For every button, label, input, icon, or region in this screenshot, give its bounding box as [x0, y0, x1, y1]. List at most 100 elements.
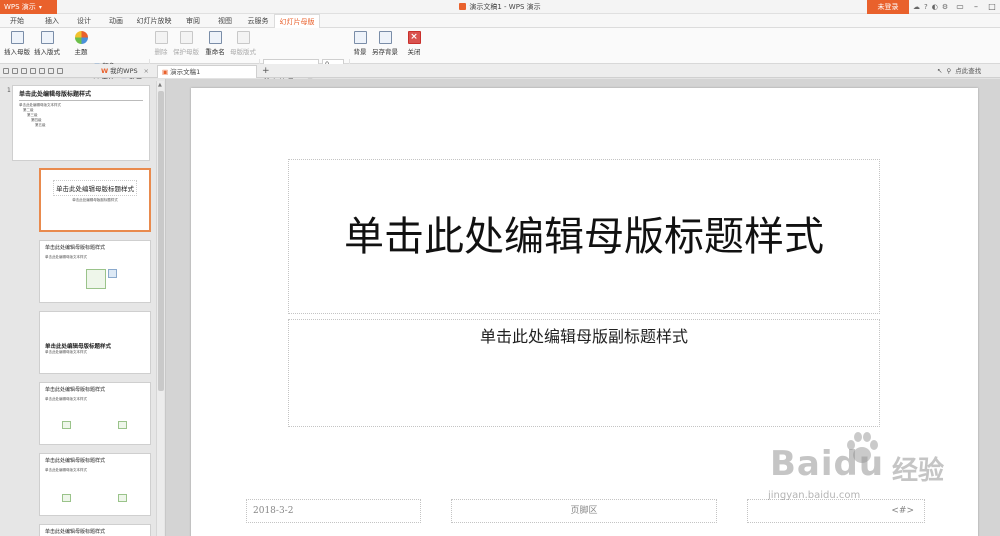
thumb-title-box: 单击此处编辑母版标题样式 — [53, 180, 137, 196]
search-icon[interactable]: ⚲ — [946, 64, 951, 78]
quick-access-toolbar — [3, 64, 63, 78]
restore-icon[interactable]: ▭ — [952, 0, 968, 14]
help-icon[interactable]: ? — [924, 3, 928, 11]
pointer-icon[interactable]: ↖ — [937, 64, 942, 78]
minimize-icon[interactable]: – — [968, 0, 984, 14]
master-layout-icon — [236, 31, 250, 44]
title-placeholder[interactable]: 单击此处编辑母版标题样式 — [288, 159, 880, 314]
section-layout-thumbnail[interactable]: 单击此处编辑母版标题样式 单击此处编辑母版文本样式 — [39, 311, 151, 374]
tab-my-wps-label: 我的WPS — [110, 67, 138, 75]
export-icon[interactable] — [39, 68, 45, 74]
tab-document[interactable]: ▣ 演示文稿1 — [157, 65, 257, 78]
insert-master-button[interactable]: 插入母版 — [3, 31, 31, 56]
redo-icon[interactable] — [57, 68, 63, 74]
insert-layout-button[interactable]: 插入版式 — [33, 31, 61, 56]
thumb-title-text: 单击此处编辑母版标题样式 — [45, 529, 106, 535]
chart-placeholder-icon — [62, 494, 71, 502]
wps-menu-button[interactable]: WPS 演示 ▾ — [0, 0, 57, 14]
window-controls: ▭ – □ — [952, 0, 1000, 14]
save-background-button[interactable]: 另存背景 — [371, 31, 399, 56]
print-icon[interactable] — [21, 68, 27, 74]
thumb-divider — [19, 100, 143, 101]
tab-design[interactable]: 设计 — [73, 14, 95, 28]
content-layout-thumbnail[interactable]: 单击此处编辑母版标题样式 单击此处编辑母版文本样式 — [39, 240, 151, 303]
tab-review[interactable]: 审阅 — [182, 14, 204, 28]
chart-placeholder-icon — [118, 494, 127, 502]
cloud-icon[interactable]: ☁ — [913, 3, 920, 11]
tab-cloud[interactable]: 云服务 — [244, 14, 272, 28]
theme-button[interactable]: 主题 — [70, 31, 92, 56]
master-layout-button[interactable]: 母版版式 — [229, 31, 257, 56]
thumb-body-text: 单击此处编辑母版文本样式 — [45, 255, 87, 259]
settings-icon[interactable]: ⚙ — [942, 3, 948, 11]
close-master-label: 关闭 — [407, 48, 421, 56]
thumb-title-text: 单击此处编辑母版标题样式 — [45, 387, 106, 393]
tab-slideshow[interactable]: 幻灯片放映 — [135, 14, 173, 28]
comparison-layout-thumbnail[interactable]: 单击此处编辑母版标题样式 单击此处编辑母版文本样式 — [39, 453, 151, 516]
window-title-text: 演示文稿1 - WPS 演示 — [469, 3, 541, 11]
delete-label: 删除 — [154, 48, 168, 56]
theme-icon — [74, 31, 88, 44]
subtitle-placeholder[interactable]: 单击此处编辑母版副标题样式 — [288, 319, 880, 427]
slide[interactable]: 单击此处编辑母版标题样式 单击此处编辑母版副标题样式 2018-3-2 页脚区 … — [191, 88, 978, 536]
rename-icon — [208, 31, 222, 44]
two-content-layout-thumbnail[interactable]: 单击此处编辑母版标题样式 单击此处编辑母版文本样式 — [39, 382, 151, 445]
thumbnail-scrollbar[interactable]: ▲ — [156, 81, 164, 536]
thumb-body-text: 单击此处编辑母版文本样式 — [45, 350, 87, 354]
preserve-master-button[interactable]: 保护母版 — [172, 31, 200, 56]
chart-placeholder-icon — [118, 421, 127, 429]
background-button[interactable]: 背景 — [351, 31, 369, 56]
right-tools: ↖ ⚲ 点此查找 — [937, 64, 981, 78]
tab-view[interactable]: 视图 — [214, 14, 236, 28]
slide-number-placeholder[interactable]: <#> — [747, 499, 925, 523]
login-button[interactable]: 未登录 — [867, 0, 909, 14]
thumb-level5: 第五级 — [35, 123, 46, 127]
tab-slide-master[interactable]: 幻灯片母版 — [274, 14, 320, 29]
close-master-button[interactable]: × 关闭 — [404, 31, 424, 56]
tab-insert[interactable]: 插入 — [41, 14, 63, 28]
slide-canvas: 单击此处编辑母版标题样式 单击此处编辑母版副标题样式 2018-3-2 页脚区 … — [166, 79, 1000, 536]
next-layout-thumbnail[interactable]: 单击此处编辑母版标题样式 — [39, 524, 151, 536]
close-icon: × — [407, 31, 421, 44]
menu-bar: 开始 插入 设计 动画 幻灯片放映 审阅 视图 云服务 幻灯片母版 — [0, 14, 1000, 29]
save-background-icon — [378, 31, 392, 44]
open-icon[interactable] — [3, 68, 9, 74]
tab-animation[interactable]: 动画 — [105, 14, 127, 28]
thumb-title-text: 单击此处编辑母版标题样式 — [45, 344, 112, 350]
thumb-title-text: 单击此处编辑母版标题样式 — [45, 458, 106, 464]
insert-layout-icon — [40, 31, 54, 44]
scroll-up-icon[interactable]: ▲ — [158, 82, 162, 88]
insert-master-icon — [10, 31, 24, 44]
thumb-body-text: 单击此处编辑母版文本样式 — [45, 468, 87, 472]
maximize-icon[interactable]: □ — [984, 0, 1000, 14]
tab-my-wps[interactable]: W 我的WPS × — [97, 65, 152, 78]
add-tab-icon[interactable]: + — [262, 64, 270, 78]
save-background-label: 另存背景 — [372, 48, 398, 56]
thumb-master-title: 单击此处编辑母版标题样式 — [19, 91, 92, 98]
document-icon — [459, 3, 467, 10]
theme-label: 主题 — [74, 48, 88, 56]
title-layout-thumbnail[interactable]: 单击此处编辑母版标题样式 单击此处编辑母版副标题样式 — [39, 168, 151, 232]
save-icon[interactable] — [12, 68, 18, 74]
delete-button[interactable]: 删除 — [152, 31, 170, 56]
thumb-title-text: 单击此处编辑母版标题样式 — [56, 185, 134, 193]
undo-icon[interactable] — [48, 68, 54, 74]
wps-logo-icon: W — [101, 67, 109, 75]
ribbon: 插入母版 插入版式 主题 ▦ 颜色 Ⓐ 字体 ▣ 效果 删除 保护母版 重命名 … — [0, 28, 1000, 87]
skin-icon[interactable]: ◐ — [932, 3, 938, 11]
preview-icon[interactable] — [30, 68, 36, 74]
date-placeholder[interactable]: 2018-3-2 — [246, 499, 421, 523]
master-layout-label: 母版版式 — [230, 48, 256, 56]
rename-button[interactable]: 重命名 — [203, 31, 227, 56]
tab-start[interactable]: 开始 — [6, 14, 28, 28]
scrollbar-thumb[interactable] — [158, 91, 164, 391]
background-label: 背景 — [353, 48, 367, 56]
master-thumbnail[interactable]: 单击此处编辑母版标题样式 单击此处编辑母版文本样式 第二级 第三级 第四级 第五… — [12, 85, 150, 161]
thumb-body-text: 单击此处编辑母版文本样式 — [45, 397, 87, 401]
presentation-icon: ▣ — [162, 68, 169, 76]
rename-label: 重命名 — [205, 48, 225, 56]
footer-placeholder[interactable]: 页脚区 — [451, 499, 717, 523]
help-search-label[interactable]: 点此查找 — [955, 64, 981, 78]
close-tab-icon[interactable]: × — [144, 65, 149, 77]
tab-document-label: 演示文稿1 — [170, 68, 201, 76]
